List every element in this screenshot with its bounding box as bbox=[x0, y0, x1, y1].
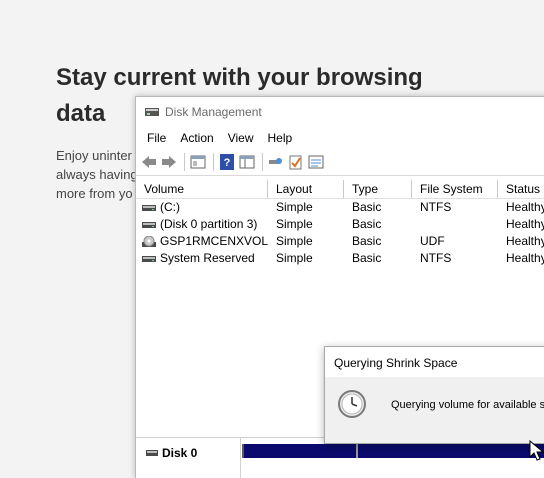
volume-file-system: NTFS bbox=[420, 251, 452, 265]
column-header-type[interactable]: Type bbox=[344, 180, 412, 198]
toolbar-separator bbox=[213, 153, 214, 171]
dialog-message: Querying volume for available sh bbox=[391, 399, 544, 411]
column-header-layout[interactable]: Layout bbox=[268, 180, 344, 198]
cd-drive-icon bbox=[142, 235, 156, 247]
volume-row[interactable]: System Reserved Simple Basic NTFS Health… bbox=[136, 250, 544, 267]
volume-list-header: Volume Layout Type File System Status bbox=[136, 180, 544, 199]
volume-cell: (Disk 0 partition 3) bbox=[136, 216, 268, 233]
volume-name: (C:) bbox=[160, 200, 180, 214]
column-header-file-system[interactable]: File System bbox=[412, 180, 498, 198]
clock-icon bbox=[338, 390, 366, 418]
toolbar-separator bbox=[262, 153, 263, 171]
volume-status: Healthy bbox=[506, 200, 544, 214]
volume-type: Basic bbox=[352, 251, 382, 265]
properties-icon[interactable] bbox=[189, 153, 207, 171]
volume-status: Healthy bbox=[506, 251, 544, 265]
partition-divider bbox=[356, 444, 358, 458]
volume-name: System Reserved bbox=[160, 251, 255, 265]
volume-row[interactable]: (Disk 0 partition 3) Simple Basic Health… bbox=[136, 216, 544, 233]
volume-layout: Simple bbox=[276, 200, 313, 214]
title-bar[interactable]: Disk Management bbox=[136, 97, 544, 127]
volume-status: Healthy bbox=[506, 217, 544, 231]
volume-name: (Disk 0 partition 3) bbox=[160, 217, 258, 231]
volume-file-system bbox=[412, 216, 498, 233]
volume-layout: Simple bbox=[276, 217, 313, 231]
column-header-volume[interactable]: Volume bbox=[136, 180, 268, 198]
menu-view[interactable]: View bbox=[221, 131, 261, 145]
volume-layout: Simple bbox=[276, 251, 313, 265]
promo-heading-line: Stay current with your browsing bbox=[56, 64, 423, 91]
volume-cell: System Reserved bbox=[136, 250, 268, 267]
volume-layout: Simple bbox=[276, 234, 313, 248]
check-icon[interactable] bbox=[287, 153, 305, 171]
menu-bar: File Action View Help bbox=[136, 127, 544, 149]
menu-file[interactable]: File bbox=[140, 131, 173, 145]
svg-text:?: ? bbox=[224, 157, 231, 169]
volume-cell: (C:) bbox=[136, 199, 268, 216]
disk-icon bbox=[146, 450, 158, 456]
drive-icon bbox=[142, 255, 156, 262]
volume-type: Basic bbox=[352, 200, 382, 214]
volume-row[interactable]: GSP1RMCENXVOL... Simple Basic UDF Health… bbox=[136, 233, 544, 250]
window-title: Disk Management bbox=[165, 105, 262, 119]
disk-label[interactable]: Disk 0 bbox=[146, 446, 197, 460]
drive-icon bbox=[142, 221, 156, 228]
volume-cell: GSP1RMCENXVOL... bbox=[136, 233, 268, 250]
partition-bar[interactable] bbox=[242, 444, 544, 458]
disk-management-icon bbox=[145, 108, 159, 116]
toolbar: ? bbox=[136, 149, 544, 176]
disk-name: Disk 0 bbox=[162, 446, 198, 460]
drive-icon bbox=[142, 204, 156, 211]
list-icon[interactable] bbox=[307, 153, 325, 171]
volume-file-system: NTFS bbox=[420, 200, 452, 214]
back-arrow-icon[interactable] bbox=[140, 153, 158, 171]
querying-shrink-dialog[interactable]: Querying Shrink Space Querying volume fo… bbox=[324, 346, 544, 444]
pane-divider bbox=[240, 438, 241, 478]
menu-help[interactable]: Help bbox=[261, 131, 300, 145]
column-header-status[interactable]: Status bbox=[498, 180, 544, 198]
console-tree-icon[interactable] bbox=[238, 153, 256, 171]
volume-name: GSP1RMCENXVOL... bbox=[160, 234, 268, 248]
volume-type: Basic bbox=[352, 234, 382, 248]
dialog-body: Querying volume for available sh bbox=[325, 377, 544, 443]
volume-status: Healthy bbox=[506, 234, 544, 248]
search-icon[interactable] bbox=[267, 153, 285, 171]
help-icon[interactable]: ? bbox=[218, 153, 236, 171]
menu-action[interactable]: Action bbox=[173, 131, 220, 145]
volume-row[interactable]: (C:) Simple Basic NTFS Healthy bbox=[136, 199, 544, 216]
dialog-title: Querying Shrink Space bbox=[325, 347, 544, 377]
mouse-pointer-icon bbox=[529, 440, 544, 461]
volume-type: Basic bbox=[352, 217, 382, 231]
volume-file-system: UDF bbox=[420, 234, 445, 248]
toolbar-separator bbox=[184, 153, 185, 171]
forward-arrow-icon[interactable] bbox=[160, 153, 178, 171]
